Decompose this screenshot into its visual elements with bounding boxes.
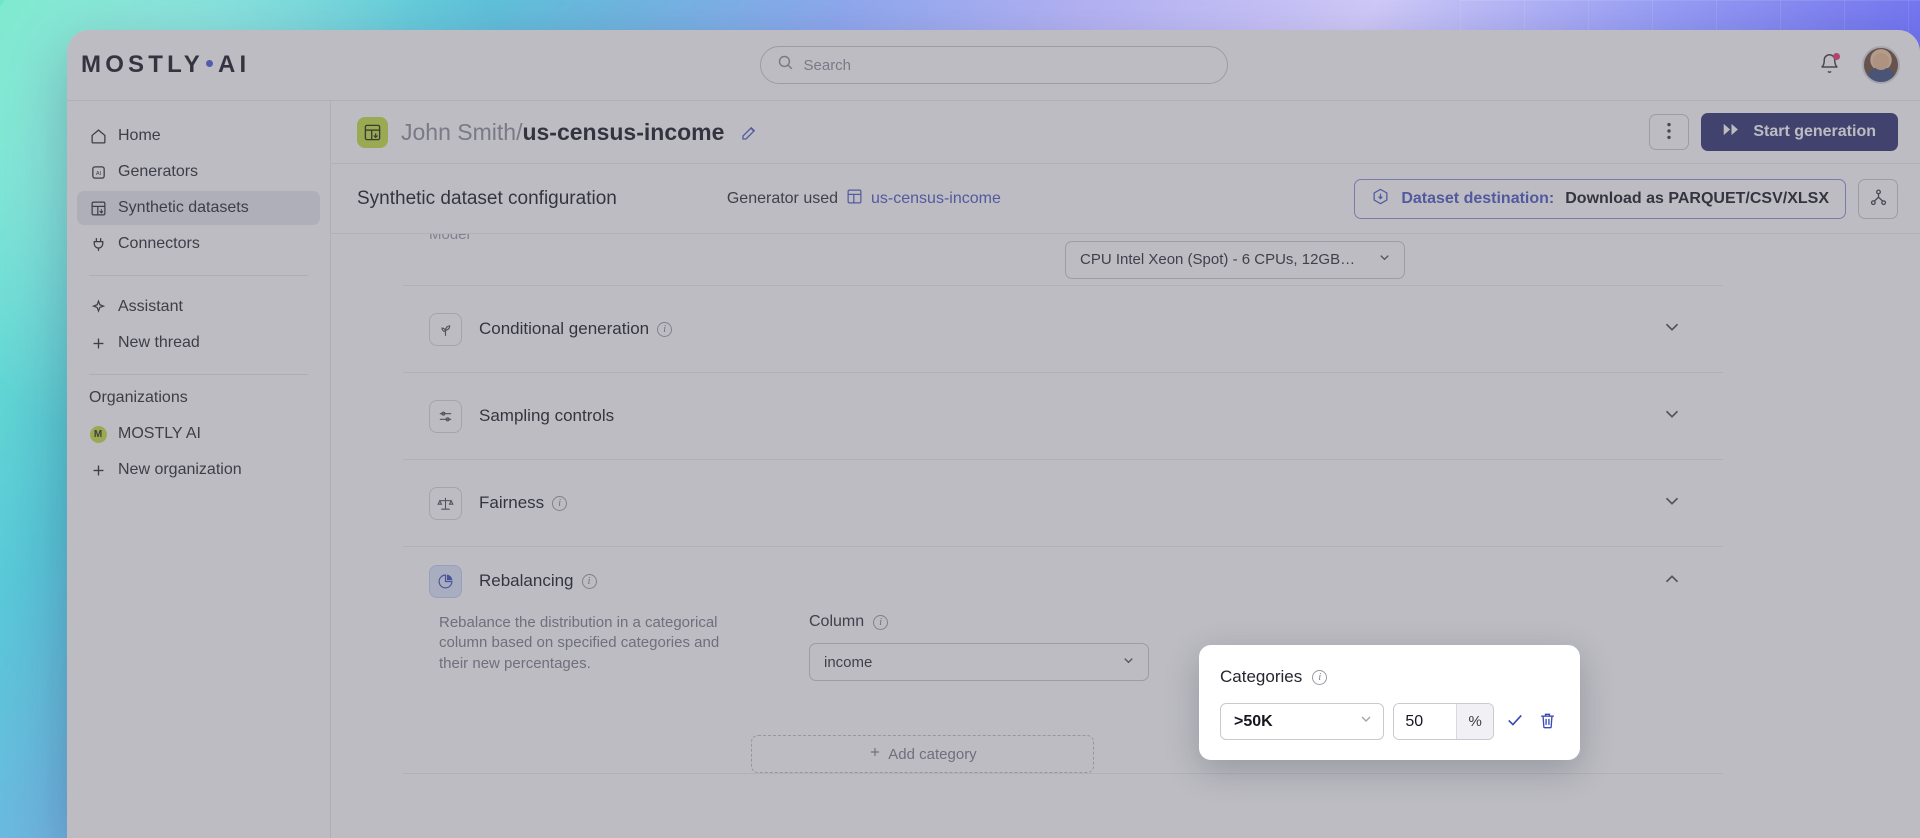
chevron-down-icon (1358, 711, 1374, 732)
info-icon[interactable]: i (1312, 670, 1327, 685)
percentage-input[interactable] (1394, 704, 1456, 739)
check-icon (1505, 710, 1525, 733)
category-select-value: >50K (1234, 713, 1273, 731)
percent-suffix: % (1456, 704, 1493, 739)
category-select[interactable]: >50K (1220, 703, 1384, 740)
categories-title: Categories (1220, 667, 1302, 687)
confirm-category-button[interactable] (1503, 708, 1527, 735)
delete-category-button[interactable] (1536, 709, 1559, 735)
category-row: >50K % (1220, 703, 1559, 740)
trash-icon (1538, 711, 1557, 733)
categories-popup: Categories i >50K % (1199, 645, 1580, 760)
application-window: MOSTLY AI (67, 30, 1920, 838)
categories-title-group: Categories i (1220, 667, 1559, 687)
modal-overlay[interactable] (67, 30, 1920, 838)
percentage-field-group: % (1393, 703, 1494, 740)
